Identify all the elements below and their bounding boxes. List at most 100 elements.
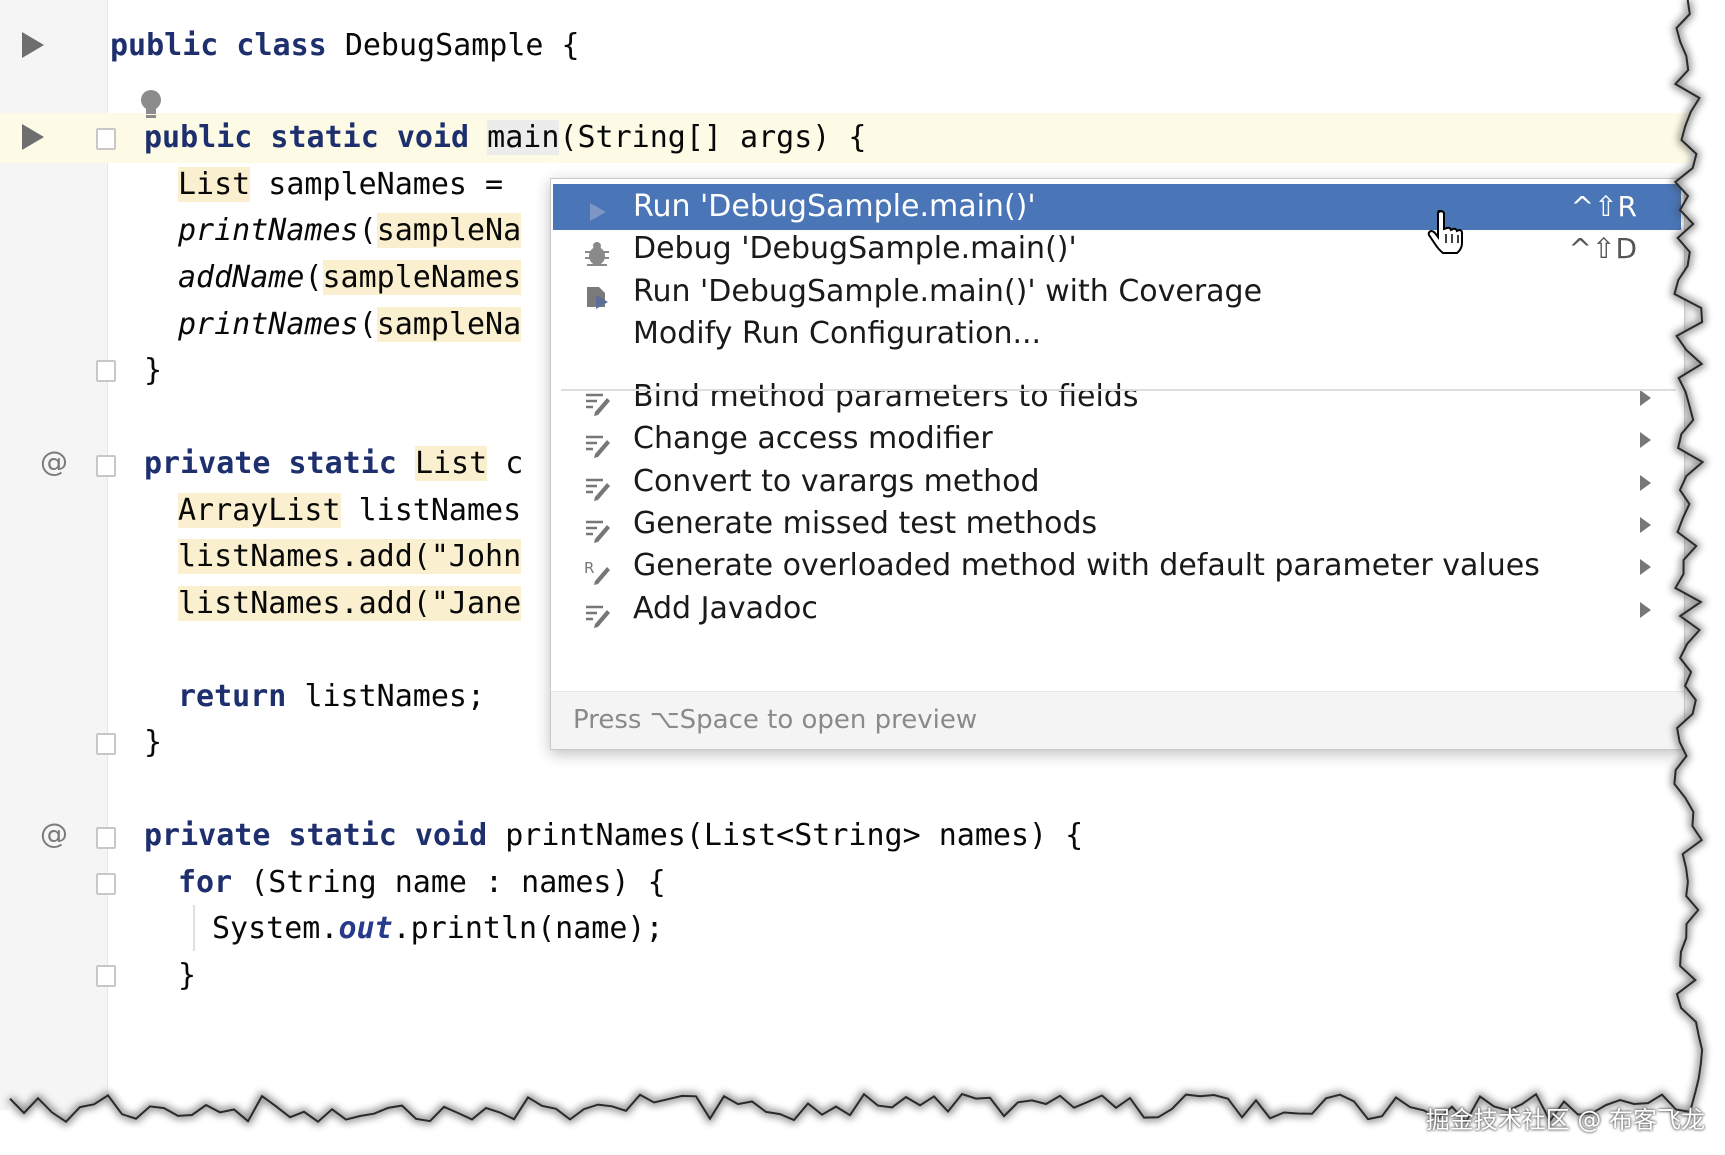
fold-printnames-icon[interactable] xyxy=(96,827,116,849)
code-token: List xyxy=(178,167,251,202)
fold-for-icon[interactable] xyxy=(96,873,116,895)
code-token: return xyxy=(178,679,305,714)
menu-item-shortcut: ^⇧D xyxy=(1568,232,1637,265)
code-token: addName xyxy=(178,260,305,295)
svg-text:R: R xyxy=(584,559,594,577)
run-icon xyxy=(583,194,611,222)
run-class-gutter-icon[interactable] xyxy=(22,32,44,58)
menu-item-label: Generate overloaded method with default … xyxy=(633,548,1540,583)
code-line[interactable]: public static void main(String[] args) { xyxy=(144,113,866,163)
menu-item-label: Bind method parameters to fields xyxy=(633,379,1139,414)
code-line[interactable]: addName(sampleNames xyxy=(178,253,522,303)
code-line[interactable]: public class DebugSample { xyxy=(110,21,580,71)
menu-item-label: Run 'DebugSample.main()' xyxy=(633,189,1036,224)
menu-item[interactable]: Change access modifier xyxy=(553,416,1681,462)
code-token: listNames xyxy=(340,493,522,528)
code-token: } xyxy=(178,958,197,993)
code-token: ( xyxy=(358,213,377,248)
code-token: main xyxy=(487,120,560,155)
indent-guide xyxy=(193,905,195,951)
menu-item[interactable]: R Generate overloaded method with default… xyxy=(553,543,1681,589)
code-line[interactable]: } xyxy=(178,951,196,1001)
fold-main-icon[interactable] xyxy=(96,128,116,150)
menu-item-label: Convert to varargs method xyxy=(633,464,1040,499)
code-token: System. xyxy=(212,911,339,946)
menu-item-label: Generate missed test methods xyxy=(633,506,1098,541)
menu-item-label: Change access modifier xyxy=(633,421,993,456)
code-line[interactable]: System.out.println(name); xyxy=(212,904,664,954)
code-token: listNames; xyxy=(304,679,486,714)
fold-end-main-icon[interactable] xyxy=(96,360,116,382)
code-line[interactable]: } xyxy=(144,346,162,396)
run-main-gutter-icon[interactable] xyxy=(22,124,44,150)
debug-icon xyxy=(583,236,611,266)
code-line[interactable]: } xyxy=(144,718,162,768)
code-line[interactable]: private static List c xyxy=(144,439,523,489)
code-token: private static xyxy=(144,446,415,481)
menu-item[interactable]: Convert to varargs method xyxy=(553,459,1681,505)
code-token: ( xyxy=(304,260,323,295)
menu-item[interactable]: Run 'DebugSample.main()' with Coverage xyxy=(553,269,1681,315)
code-line[interactable]: List sampleNames = xyxy=(178,160,503,210)
code-token: sampleNa xyxy=(376,213,522,248)
code-token: for xyxy=(178,865,251,900)
code-token: ( xyxy=(358,307,377,342)
hand-pointer-cursor-icon xyxy=(1427,210,1463,254)
fold-create-icon[interactable] xyxy=(96,455,116,477)
coverage-icon xyxy=(583,279,611,309)
code-token: listNames.add("Jane xyxy=(178,586,522,621)
menu-item[interactable]: Run 'DebugSample.main()' ^⇧R xyxy=(553,184,1681,230)
code-token: public class xyxy=(110,28,345,63)
watermark: 掘金技术社区 @ 布客飞龙 xyxy=(1425,1106,1705,1134)
menu-item-shortcut: ^⇧R xyxy=(1570,190,1637,223)
menu-item-label: Add Javadoc xyxy=(633,591,818,626)
menu-item[interactable]: Debug 'DebugSample.main()' ^⇧D xyxy=(553,226,1681,272)
code-token: printNames xyxy=(178,213,359,248)
code-token: listNames.add("John xyxy=(178,539,522,574)
code-token: sampleNames xyxy=(322,260,522,295)
menu-item[interactable]: Bind method parameters to fields xyxy=(553,374,1681,420)
code-token: private static void xyxy=(144,818,506,853)
menu-separator xyxy=(561,389,1676,391)
code-line[interactable]: ArrayList listNames xyxy=(178,486,521,536)
menu-item[interactable]: Add Javadoc xyxy=(553,586,1681,632)
menu-item[interactable]: Generate missed test methods xyxy=(553,501,1681,547)
menu-item[interactable]: Modify Run Configuration... xyxy=(553,311,1681,357)
menu-item-label: Modify Run Configuration... xyxy=(633,316,1042,351)
fold-end-for-icon[interactable] xyxy=(96,965,116,987)
intention-icon xyxy=(583,469,611,501)
popup-footer-hint: Press ⌥Space to open preview xyxy=(551,691,1684,749)
submenu-arrow-icon xyxy=(1640,475,1651,491)
intention-actions-popup[interactable]: Run 'DebugSample.main()' ^⇧R Debug 'DebugS… xyxy=(550,178,1685,750)
code-token: public static void xyxy=(144,120,488,155)
submenu-arrow-icon xyxy=(1640,559,1651,575)
code-line[interactable]: for (String name : names) { xyxy=(178,858,666,908)
code-token: } xyxy=(144,725,163,760)
code-token: List xyxy=(414,446,488,481)
code-line[interactable]: printNames(sampleNa xyxy=(178,206,522,256)
intention-icon xyxy=(583,426,611,458)
menu-item-label: Debug 'DebugSample.main()' xyxy=(633,231,1077,266)
code-token: out xyxy=(338,911,393,946)
refactor-intention-icon: R xyxy=(583,553,611,585)
code-token: DebugSample { xyxy=(344,28,580,63)
code-line[interactable]: listNames.add("Jane xyxy=(178,579,522,629)
submenu-arrow-icon xyxy=(1640,432,1651,448)
code-token: c xyxy=(487,446,524,481)
code-line[interactable]: listNames.add("John xyxy=(178,532,522,582)
code-token: printNames xyxy=(178,307,359,342)
code-line[interactable]: private static void printNames(List<Stri… xyxy=(144,811,1083,861)
submenu-arrow-icon xyxy=(1640,517,1651,533)
code-token: .println(name); xyxy=(392,911,664,946)
override-at-icon[interactable]: @ xyxy=(40,445,68,478)
submenu-arrow-icon xyxy=(1640,602,1651,618)
code-token: sampleNa xyxy=(376,307,522,342)
code-line[interactable]: return listNames; xyxy=(178,672,485,722)
code-token: printNames(List<String> names) { xyxy=(505,818,1084,853)
menu-item-label: Run 'DebugSample.main()' with Coverage xyxy=(633,274,1263,309)
submenu-arrow-icon xyxy=(1640,390,1651,406)
intention-icon xyxy=(583,511,611,543)
override-at-icon[interactable]: @ xyxy=(40,817,68,850)
fold-end-create-icon[interactable] xyxy=(96,733,116,755)
code-line[interactable]: printNames(sampleNa xyxy=(178,300,522,350)
